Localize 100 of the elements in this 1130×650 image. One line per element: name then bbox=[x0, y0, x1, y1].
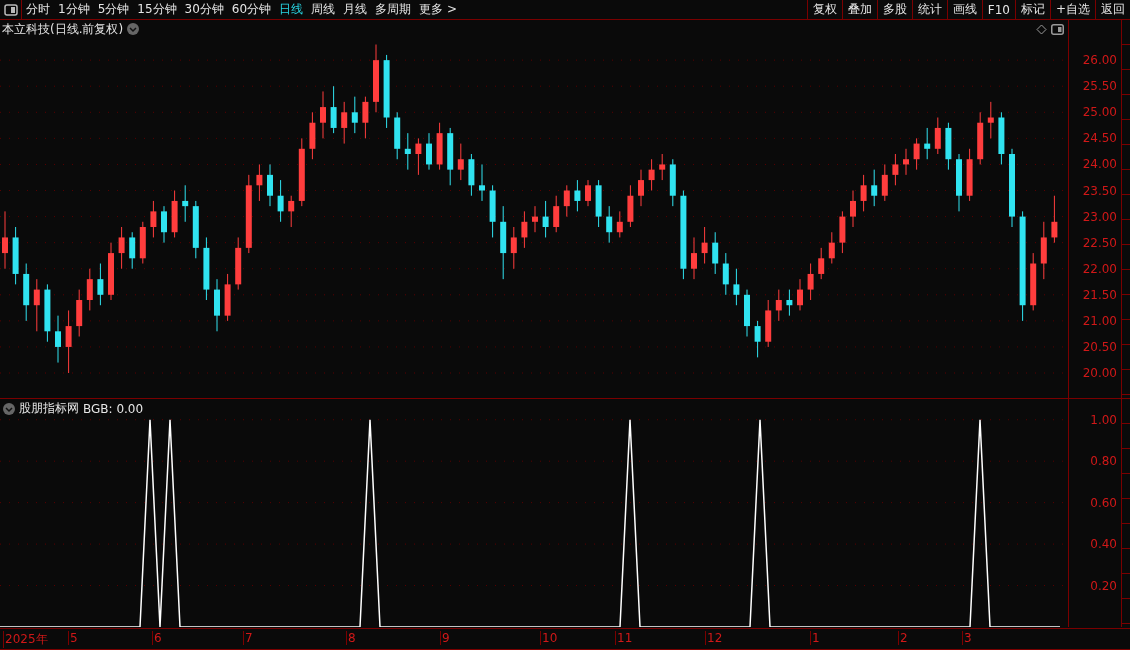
axis-label: 24.00 bbox=[1082, 157, 1117, 172]
period-tab[interactable]: 5分钟 bbox=[93, 1, 134, 18]
candlestick bbox=[447, 127, 454, 186]
period-tab[interactable]: 日线 bbox=[275, 1, 308, 18]
candlestick bbox=[341, 101, 348, 145]
candlestick bbox=[182, 184, 189, 223]
candlestick bbox=[627, 184, 634, 228]
candlestick bbox=[65, 309, 72, 374]
candlestick bbox=[881, 163, 888, 202]
candlestick bbox=[934, 117, 941, 155]
candlestick bbox=[203, 236, 210, 301]
toolbar-button[interactable]: 标记 bbox=[1014, 0, 1050, 19]
candlestick bbox=[987, 101, 994, 139]
period-tab[interactable]: 1分钟 bbox=[54, 1, 94, 18]
axis-label: 25.00 bbox=[1082, 105, 1117, 120]
time-axis-label: 5 bbox=[68, 631, 78, 645]
period-tab[interactable]: 周线 bbox=[307, 1, 340, 18]
axis-label: 24.50 bbox=[1082, 131, 1117, 146]
candlestick bbox=[394, 111, 401, 160]
time-axis-label: 1 bbox=[810, 631, 820, 645]
axis-label: 0.40 bbox=[1090, 537, 1117, 552]
candlestick bbox=[12, 226, 19, 285]
candlestick bbox=[616, 210, 623, 238]
axis-label: 20.00 bbox=[1082, 366, 1117, 380]
candlestick bbox=[733, 268, 740, 306]
period-tab[interactable]: 分时 bbox=[22, 1, 54, 18]
candlestick bbox=[373, 44, 379, 113]
candlestick bbox=[479, 163, 485, 202]
panel-toggle-icon[interactable] bbox=[3, 3, 18, 16]
toolbar-button[interactable]: F10 bbox=[981, 0, 1015, 19]
toolbar-button[interactable]: 返回 bbox=[1095, 0, 1130, 19]
axis-label: 1.00 bbox=[1090, 412, 1117, 427]
period-tab[interactable]: 更多 > bbox=[415, 1, 461, 18]
candlestick bbox=[903, 148, 909, 176]
candlestick bbox=[86, 268, 93, 311]
candlestick bbox=[998, 111, 1005, 165]
period-tab[interactable]: 月线 bbox=[339, 1, 372, 18]
candlestick bbox=[542, 200, 549, 238]
candlestick bbox=[924, 127, 931, 160]
candlestick bbox=[839, 210, 846, 254]
candlestick bbox=[638, 169, 644, 207]
axis-label: 22.00 bbox=[1082, 261, 1117, 276]
candlestick bbox=[44, 283, 51, 343]
chart-title: 本立科技(日线.前复权) bbox=[2, 20, 124, 38]
axis-label: 25.50 bbox=[1082, 79, 1117, 94]
candlestick bbox=[913, 137, 920, 171]
candlestick bbox=[118, 226, 125, 270]
candlestick bbox=[860, 174, 867, 212]
candlestick bbox=[691, 236, 697, 280]
candlestick bbox=[1040, 221, 1047, 280]
time-axis-label: 3 bbox=[962, 631, 972, 645]
candlestick bbox=[171, 190, 178, 238]
candlestick bbox=[553, 195, 560, 233]
candlestick bbox=[701, 226, 708, 264]
toolbar-button[interactable]: 统计 bbox=[911, 0, 947, 19]
period-tab[interactable]: 60分钟 bbox=[227, 1, 276, 18]
candlestick bbox=[224, 273, 231, 322]
candlestick bbox=[606, 205, 613, 244]
time-axis-label: 2025年 bbox=[3, 631, 48, 648]
candlestick bbox=[76, 289, 83, 337]
toolbar-button[interactable]: 多股 bbox=[876, 0, 912, 19]
time-axis-label: 9 bbox=[440, 631, 450, 645]
candlestick bbox=[214, 278, 220, 332]
period-tab[interactable]: 多周期 bbox=[371, 1, 416, 18]
candlestick bbox=[510, 226, 517, 270]
indicator-name: 股朋指标网 bbox=[19, 400, 79, 417]
candlestick bbox=[945, 122, 952, 171]
candlestick bbox=[235, 236, 242, 291]
candlestick bbox=[818, 247, 825, 280]
candlestick bbox=[765, 299, 772, 348]
candlestick bbox=[415, 137, 422, 176]
axis-label: 0.60 bbox=[1090, 495, 1117, 510]
candlestick bbox=[669, 158, 676, 207]
dropdown-icon[interactable] bbox=[127, 23, 140, 35]
axis-label: 21.00 bbox=[1082, 313, 1117, 328]
time-axis-label: 7 bbox=[243, 631, 253, 645]
candlestick bbox=[892, 153, 899, 186]
candlestick bbox=[521, 210, 528, 249]
period-tab[interactable]: 30分钟 bbox=[180, 1, 228, 18]
candlestick bbox=[139, 221, 146, 264]
time-axis-label: 12 bbox=[705, 631, 723, 645]
candlestick bbox=[457, 143, 464, 181]
candlestick bbox=[850, 190, 856, 228]
candlestick bbox=[330, 85, 337, 134]
toolbar-button[interactable]: 复权 bbox=[806, 0, 842, 19]
axis-label: 20.50 bbox=[1082, 339, 1117, 354]
period-tab[interactable]: 15分钟 bbox=[133, 1, 181, 18]
toolbar-button[interactable]: +自选 bbox=[1049, 0, 1095, 19]
toolbar-button[interactable]: 叠加 bbox=[841, 0, 877, 19]
toolbar-button[interactable]: 画线 bbox=[946, 0, 982, 19]
panel-toggle-icon[interactable] bbox=[1051, 23, 1064, 35]
dropdown-icon[interactable] bbox=[3, 402, 15, 415]
candlestick bbox=[267, 163, 273, 207]
candlestick bbox=[712, 231, 719, 275]
candlestick bbox=[150, 200, 157, 238]
candlestick bbox=[2, 210, 8, 270]
candlestick bbox=[108, 242, 114, 301]
time-axis-label: 2 bbox=[898, 631, 908, 645]
diamond-icon[interactable] bbox=[1036, 23, 1047, 35]
time-axis-label: 11 bbox=[615, 631, 633, 645]
